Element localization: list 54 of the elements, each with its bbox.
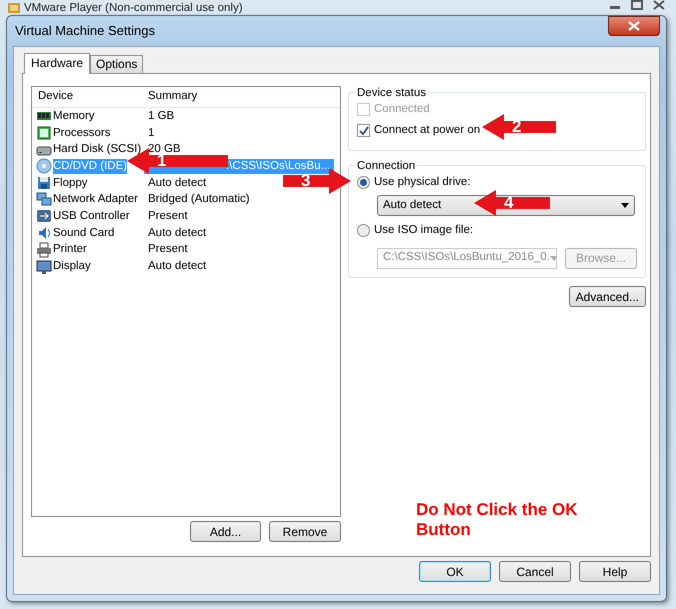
dropdown-value: Auto detect bbox=[383, 198, 442, 214]
device-name[interactable]: USB Controller bbox=[53, 208, 130, 224]
maximize-icon[interactable] bbox=[630, 0, 644, 10]
radio-label: Use ISO image file: bbox=[374, 223, 474, 238]
column-header[interactable]: Device bbox=[32, 88, 142, 106]
radio-button[interactable] bbox=[357, 176, 370, 190]
device-name[interactable]: Memory bbox=[53, 108, 95, 124]
close-icon bbox=[628, 21, 640, 31]
dialog-title: Virtual Machine Settings bbox=[15, 22, 155, 40]
close-icon[interactable] bbox=[652, 0, 666, 10]
window-title: VMware Player (Non-commercial use only) bbox=[24, 2, 243, 14]
app-icon bbox=[8, 2, 20, 12]
device-name[interactable]: Printer bbox=[53, 242, 87, 258]
device-name[interactable]: Display bbox=[53, 259, 91, 274]
device-summary: 1 bbox=[147, 126, 156, 141]
usb-icon bbox=[36, 208, 52, 224]
disc-icon bbox=[36, 158, 52, 174]
checkbox[interactable] bbox=[357, 124, 370, 138]
floppy-icon bbox=[36, 175, 52, 192]
remove-button[interactable]: Remove bbox=[269, 521, 341, 542]
add-button[interactable]: Add... bbox=[190, 521, 261, 542]
caret-icon bbox=[621, 203, 629, 208]
device-summary: Auto detect bbox=[147, 226, 208, 241]
close-button[interactable] bbox=[608, 16, 660, 36]
device-summary: 1 GB bbox=[147, 108, 176, 124]
device-summary: Present bbox=[147, 208, 189, 224]
device-name[interactable]: Sound Card bbox=[53, 226, 114, 241]
column-header[interactable]: Summary bbox=[142, 88, 198, 106]
device-name[interactable]: Hard Disk (SCSI) bbox=[53, 142, 142, 158]
dropdown-value: C:\CSS\ISOs\LosBuntu_2016_0. bbox=[383, 250, 550, 266]
advanced-button[interactable]: Advanced... bbox=[568, 286, 646, 307]
help-button[interactable]: Help bbox=[579, 561, 651, 582]
device-summary: Bridged (Automatic) bbox=[147, 192, 251, 208]
tab[interactable]: Options bbox=[90, 55, 144, 73]
network-icon bbox=[36, 192, 52, 208]
device-name[interactable]: Network Adapter bbox=[53, 192, 138, 208]
checkbox-label: Connected bbox=[374, 102, 430, 117]
processor-icon bbox=[36, 125, 52, 142]
device-summary: Present bbox=[147, 242, 189, 258]
checkbox-label: Connect at power on bbox=[374, 123, 480, 138]
radio-label: Use physical drive: bbox=[374, 175, 471, 190]
instruction-note: Do Not Click the OK Button bbox=[416, 500, 579, 540]
speaker-icon bbox=[36, 225, 52, 242]
annotation-number: 4 bbox=[504, 192, 514, 214]
printer-icon bbox=[36, 242, 52, 258]
caret-icon bbox=[550, 256, 556, 260]
device-name[interactable]: Processors bbox=[53, 126, 111, 141]
monitor-icon bbox=[36, 258, 52, 275]
device-summary: Auto detect bbox=[147, 176, 208, 191]
device-summary: Auto detect bbox=[147, 259, 208, 274]
cancel-button[interactable]: Cancel bbox=[499, 561, 571, 582]
tab[interactable]: Hardware bbox=[24, 53, 90, 74]
device-name[interactable]: Floppy bbox=[53, 176, 88, 191]
ok-button[interactable]: OK bbox=[419, 561, 491, 582]
